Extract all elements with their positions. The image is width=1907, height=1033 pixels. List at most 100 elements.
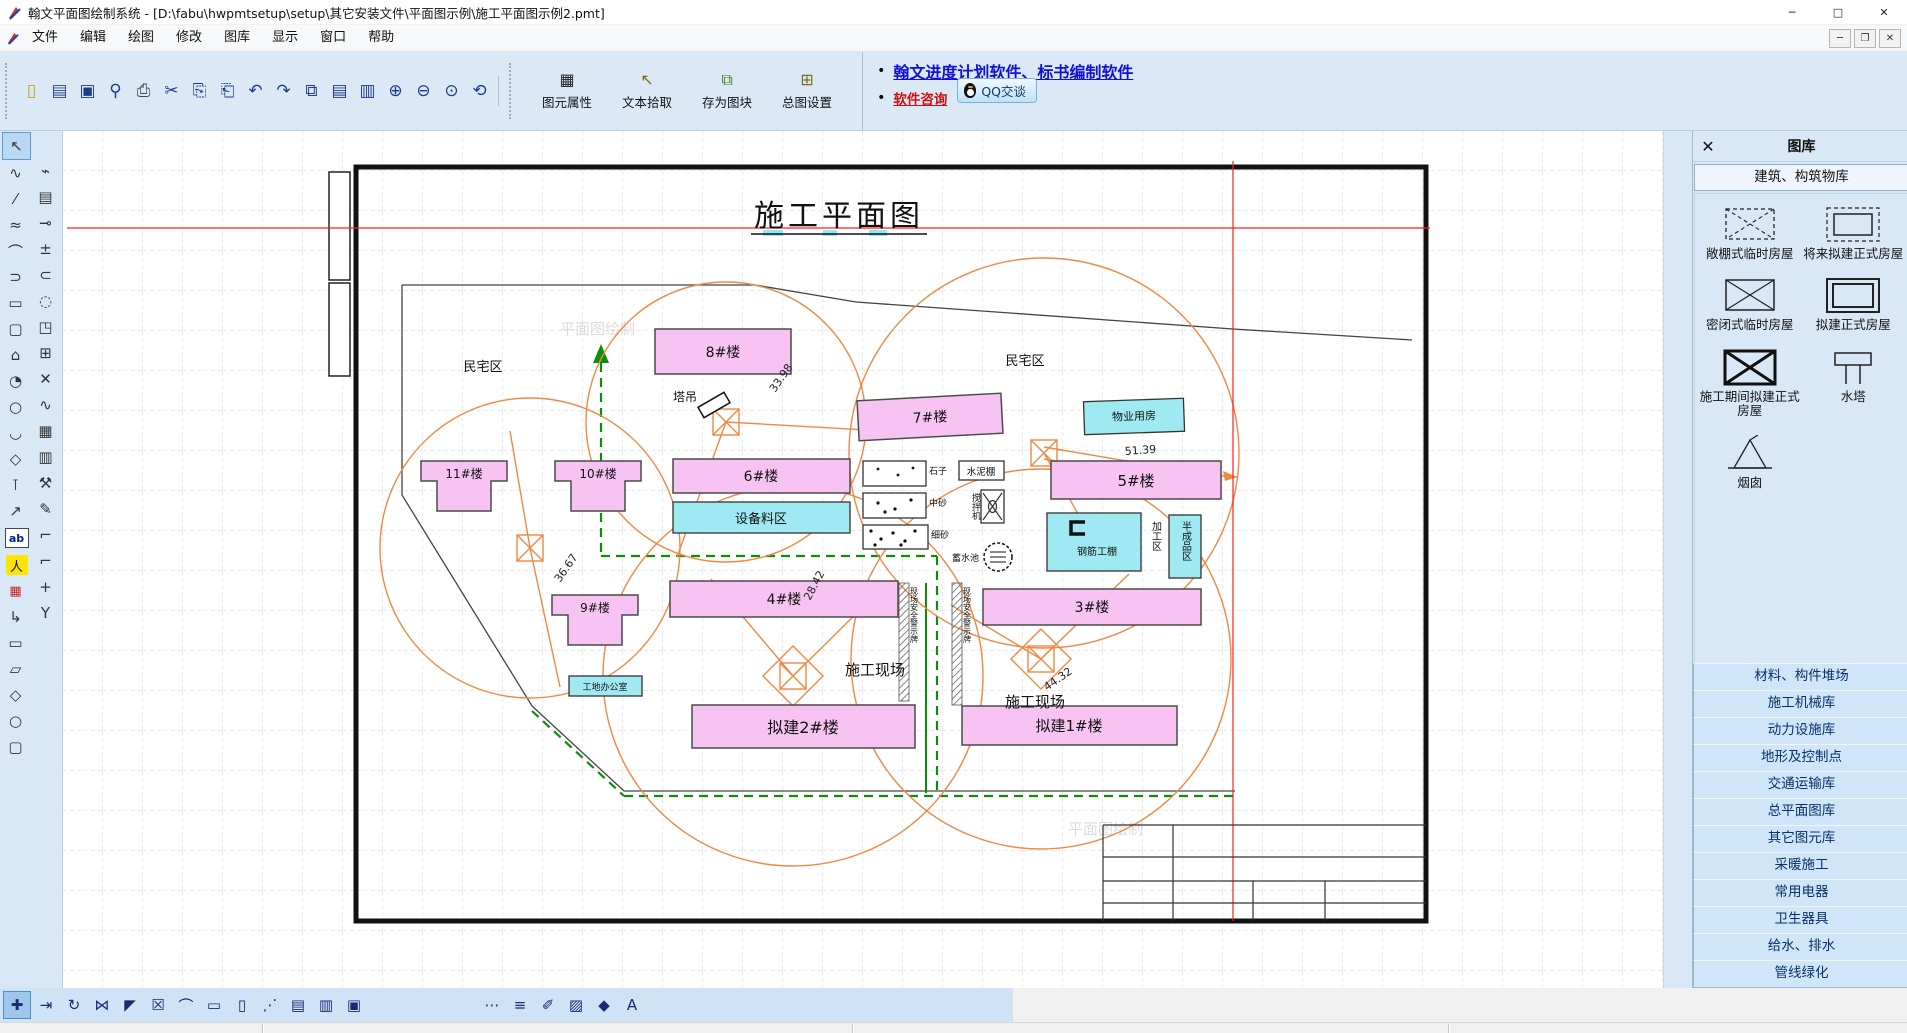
library-item-construction-period-house[interactable]: 施工期间拟建正式房屋 bbox=[1699, 349, 1801, 419]
wedge-tool[interactable]: ◇ bbox=[2, 446, 29, 472]
point-polyline-tool[interactable]: ⌁ bbox=[32, 158, 59, 184]
menu-modify[interactable]: 修改 bbox=[165, 27, 213, 49]
maximize-button[interactable]: □ bbox=[1815, 0, 1861, 24]
tile-vertical-icon[interactable]: ▥ bbox=[354, 78, 381, 104]
rounded-rect-tool[interactable]: ▢ bbox=[2, 316, 29, 342]
tolerance-dim-tool[interactable]: ± bbox=[32, 236, 59, 262]
library-item-planned-formal-house[interactable]: 拟建正式房屋 bbox=[1803, 277, 1905, 332]
delete-tool[interactable]: ☒ bbox=[145, 992, 171, 1018]
category-pipeline-greening[interactable]: 管线绿化 bbox=[1693, 960, 1907, 988]
pipe-bend-tool[interactable]: ⊃ bbox=[2, 264, 29, 290]
arc-segment-tool[interactable]: ⊂ bbox=[32, 262, 59, 288]
toolbar-gripper[interactable] bbox=[5, 63, 7, 119]
library-item-future-formal-house[interactable]: 将来拟建正式房屋 bbox=[1803, 206, 1905, 261]
stretch-rect-tool[interactable]: ▭ bbox=[201, 992, 227, 1018]
software-consult-link[interactable]: 软件咨询 bbox=[893, 88, 947, 108]
zoom-in-icon[interactable]: ⊕ bbox=[382, 78, 409, 104]
drawing-canvas[interactable]: 平面图绘制 平面图绘制 施工平面图 8#楼 7#楼 6#楼 5#楼 4#楼 3#… bbox=[63, 131, 1663, 988]
dimension-tool[interactable]: ⊺ bbox=[2, 472, 29, 498]
walker-tool[interactable]: 人 bbox=[5, 555, 28, 575]
corner-line-tool[interactable]: ⌐ bbox=[32, 522, 59, 548]
block-tool[interactable]: ⊞ bbox=[32, 340, 59, 366]
zoom-out-icon[interactable]: ⊖ bbox=[410, 78, 437, 104]
connector-tool[interactable]: ↳ bbox=[2, 604, 29, 630]
category-construction-machinery[interactable]: 施工机械库 bbox=[1693, 690, 1907, 718]
mdi-minimize-button[interactable]: ─ bbox=[1829, 28, 1851, 48]
print-icon[interactable]: ⎙ bbox=[130, 78, 157, 104]
arc-tool[interactable]: ⌒ bbox=[2, 238, 29, 264]
redo-icon[interactable]: ↷ bbox=[270, 78, 297, 104]
crane-tool[interactable]: ⚒ bbox=[32, 470, 59, 496]
text-style-button[interactable]: A bbox=[619, 992, 645, 1018]
brush-tool[interactable]: ✎ bbox=[32, 496, 59, 522]
sketch-circle-tool[interactable]: ◌ bbox=[32, 288, 59, 314]
leader-line-tool[interactable]: ⊸ bbox=[32, 210, 59, 236]
measure-line-tool[interactable]: ⋰ bbox=[257, 992, 283, 1018]
scaffold-tool[interactable]: ▥ bbox=[32, 444, 59, 470]
measure-tool[interactable]: ▦ bbox=[32, 418, 59, 444]
category-power-facilities[interactable]: 动力设施库 bbox=[1693, 717, 1907, 745]
corner-trim-tool[interactable]: ◤ bbox=[117, 992, 143, 1018]
open-file-icon[interactable]: ▤ bbox=[46, 78, 73, 104]
category-material-yards[interactable]: 材料、构件堆场 bbox=[1693, 663, 1907, 691]
text-tool[interactable]: ab bbox=[4, 528, 29, 548]
zoom-window-icon[interactable]: ⊙ bbox=[438, 78, 465, 104]
corner-rect-tool[interactable]: ◳ bbox=[32, 314, 59, 340]
paste-icon[interactable]: ⎗ bbox=[214, 78, 241, 104]
undo-icon[interactable]: ↶ bbox=[242, 78, 269, 104]
category-transportation[interactable]: 交通运输库 bbox=[1693, 771, 1907, 799]
offset-tool[interactable]: ⇥ bbox=[33, 992, 59, 1018]
polyline-tool[interactable]: ∿ bbox=[2, 160, 29, 186]
text-pick-button[interactable]: ↖ 文本拾取 bbox=[622, 71, 672, 111]
close-button[interactable]: ✕ bbox=[1861, 0, 1907, 24]
drawing-settings-button[interactable]: ⊞ 总图设置 bbox=[782, 71, 832, 111]
category-other-elements[interactable]: 其它图元库 bbox=[1693, 825, 1907, 853]
curve-corner-tool[interactable]: ⌐ bbox=[32, 548, 59, 574]
mdi-close-button[interactable]: ✕ bbox=[1879, 28, 1901, 48]
cut-icon[interactable]: ✂ bbox=[158, 78, 185, 104]
polygon-tool[interactable]: ⌂ bbox=[2, 342, 29, 368]
qq-chat-button[interactable]: QQ交谈 bbox=[957, 77, 1038, 103]
menu-help[interactable]: 帮助 bbox=[357, 27, 405, 49]
category-general-plan[interactable]: 总平面图库 bbox=[1693, 798, 1907, 826]
spline-tool[interactable]: ≈ bbox=[2, 212, 29, 238]
line-style-button[interactable]: ⋯ bbox=[479, 992, 505, 1018]
save-file-icon[interactable]: ▣ bbox=[74, 78, 101, 104]
hatch-tool[interactable]: ▤ bbox=[32, 184, 59, 210]
new-file-icon[interactable]: ▯ bbox=[18, 78, 45, 104]
cross-junction-tool[interactable]: + bbox=[32, 574, 59, 600]
rectangle-tool[interactable]: ▭ bbox=[2, 290, 29, 316]
library-item-chimney[interactable]: 烟囱 bbox=[1699, 434, 1801, 490]
water-pool-symbol[interactable] bbox=[983, 542, 1013, 572]
category-heating-construction[interactable]: 采暖施工 bbox=[1693, 852, 1907, 880]
line-width-button[interactable]: ≡ bbox=[507, 992, 533, 1018]
construction-line-tool[interactable]: ⁄ bbox=[2, 186, 29, 212]
copy-icon[interactable]: ⎘ bbox=[186, 78, 213, 104]
library-tab-buildings[interactable]: 建筑、构筑物库 bbox=[1694, 164, 1907, 191]
category-terrain-control-points[interactable]: 地形及控制点 bbox=[1693, 744, 1907, 772]
category-water-supply-drainage[interactable]: 给水、排水 bbox=[1693, 933, 1907, 961]
canvas-sidebar-gutter[interactable] bbox=[1663, 131, 1692, 988]
group-select-tool[interactable]: ▣ bbox=[341, 992, 367, 1018]
menu-draw[interactable]: 绘图 bbox=[117, 27, 165, 49]
erase-tool[interactable]: ✕ bbox=[32, 366, 59, 392]
menu-library[interactable]: 图库 bbox=[213, 27, 261, 49]
menu-edit[interactable]: 编辑 bbox=[69, 27, 117, 49]
break-line-tool[interactable]: ∿ bbox=[32, 392, 59, 418]
pen-style-button[interactable]: ✐ bbox=[535, 992, 561, 1018]
rotate-tool[interactable]: ↻ bbox=[61, 992, 87, 1018]
fill-color-button[interactable]: ◆ bbox=[591, 992, 617, 1018]
flow-rect-tool[interactable]: ▭ bbox=[2, 630, 29, 656]
toolbar-gripper-2[interactable] bbox=[509, 63, 511, 119]
select-tool[interactable]: ↖ bbox=[2, 132, 31, 160]
cascade-windows-icon[interactable]: ⧉ bbox=[298, 78, 325, 104]
menu-display[interactable]: 显示 bbox=[261, 27, 309, 49]
tile-horizontal-icon[interactable]: ▤ bbox=[326, 78, 353, 104]
library-item-water-tower[interactable]: 水塔 bbox=[1803, 349, 1905, 419]
legend-tool[interactable]: ▦ bbox=[2, 578, 29, 604]
library-item-closed-temp-house[interactable]: 密闭式临时房屋 bbox=[1699, 277, 1801, 332]
library-close-icon[interactable]: ✕ bbox=[1693, 137, 1723, 156]
arch-tool[interactable]: ◡ bbox=[2, 420, 29, 446]
flow-parallelogram-tool[interactable]: ▱ bbox=[2, 656, 29, 682]
print-preview-icon[interactable]: ⚲ bbox=[102, 78, 129, 104]
